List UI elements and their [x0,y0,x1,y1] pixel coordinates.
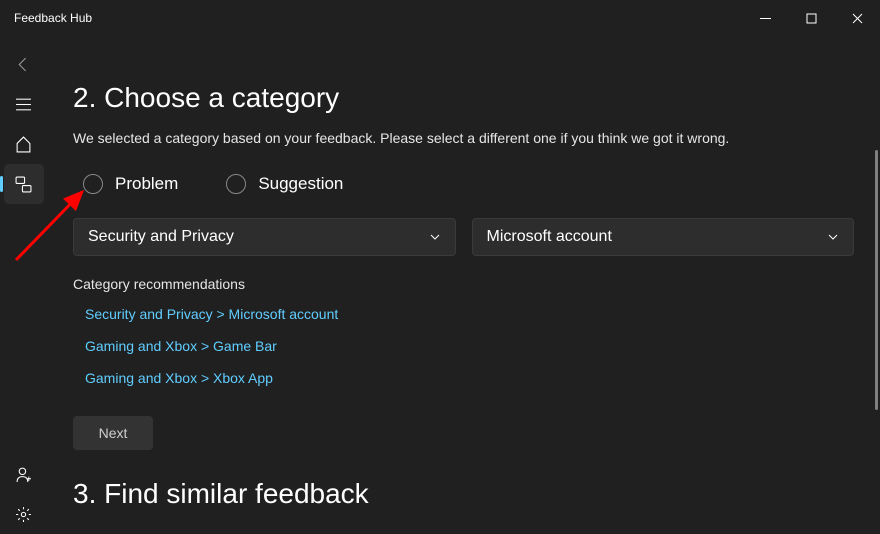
back-button[interactable] [4,44,44,84]
radio-problem-label: Problem [115,174,178,194]
radio-icon [226,174,246,194]
next-button[interactable]: Next [73,416,153,450]
menu-button[interactable] [4,84,44,124]
subcategory-value: Microsoft account [487,228,612,246]
recommendation-link[interactable]: Gaming and Xbox > Xbox App [85,370,854,386]
home-nav[interactable] [4,124,44,164]
radio-icon [83,174,103,194]
radio-suggestion-label: Suggestion [258,174,343,194]
helper-text: We selected a category based on your fee… [73,130,854,146]
feedback-type-radio-group: Problem Suggestion [83,174,854,194]
window-title: Feedback Hub [14,11,742,25]
recommendation-list: Security and Privacy > Microsoft account… [85,306,854,386]
recommendation-link[interactable]: Security and Privacy > Microsoft account [85,306,854,322]
maximize-button[interactable] [788,3,834,33]
close-button[interactable] [834,3,880,33]
radio-problem[interactable]: Problem [83,174,178,194]
recommend-label: Category recommendations [73,276,854,292]
radio-suggestion[interactable]: Suggestion [226,174,343,194]
window-controls [742,3,880,33]
chevron-down-icon [827,231,839,243]
section-2-title: 2. Choose a category [73,82,854,114]
scrollbar[interactable] [875,150,878,410]
chevron-down-icon [429,231,441,243]
subcategory-dropdown[interactable]: Microsoft account [472,218,855,256]
category-dropdown[interactable]: Security and Privacy [73,218,456,256]
profile-nav[interactable] [4,454,44,494]
minimize-button[interactable] [742,3,788,33]
feedback-nav[interactable] [4,164,44,204]
category-dropdown-row: Security and Privacy Microsoft account [73,218,854,256]
settings-nav[interactable] [4,494,44,534]
titlebar: Feedback Hub [0,0,880,36]
sidebar [0,36,47,534]
recommendation-link[interactable]: Gaming and Xbox > Game Bar [85,338,854,354]
section-3-title: 3. Find similar feedback [73,478,854,510]
main-content: 2. Choose a category We selected a categ… [47,36,880,534]
category-value: Security and Privacy [88,228,234,246]
